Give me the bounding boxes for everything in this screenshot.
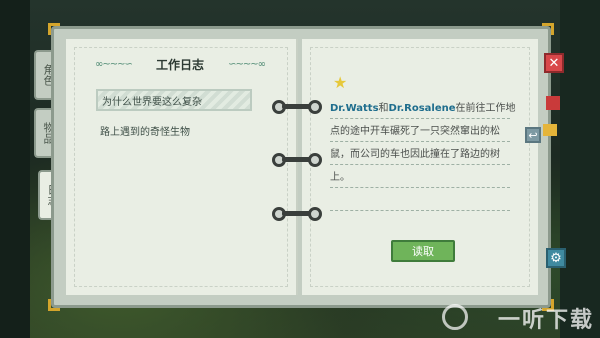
bookmark-icon bbox=[543, 124, 557, 136]
binder-ring bbox=[272, 153, 322, 167]
note-body: Dr.Watts和Dr.Rosalene在前往工作地点的途中开车碾死了一只突然窜… bbox=[330, 97, 516, 189]
note-text: 在前往工作地点的途中开车碾死了一只突然窜出的松鼠，而公司的车也因此撞在了路边的树… bbox=[330, 103, 516, 183]
settings-button[interactable]: ⚙ bbox=[546, 248, 566, 268]
star-icon: ★ bbox=[333, 73, 348, 92]
left-page bbox=[66, 39, 298, 295]
note-rule bbox=[330, 210, 510, 211]
note-conj: 和 bbox=[378, 103, 389, 114]
page-frame bbox=[74, 47, 288, 287]
tree-trunk-left bbox=[0, 0, 30, 338]
back-icon: ↩ bbox=[528, 128, 538, 142]
gear-icon: ⚙ bbox=[550, 250, 562, 266]
page-title: 工作日志 bbox=[155, 58, 204, 72]
corner-ornament bbox=[48, 23, 60, 35]
tree-trunk-right bbox=[560, 0, 600, 338]
note-name-2: Dr.Rosalene bbox=[388, 103, 456, 114]
log-entry-selected[interactable]: 为什么世界要这么复杂 bbox=[96, 89, 252, 111]
watermark: 一听下载 bbox=[497, 308, 594, 333]
corner-ornament bbox=[48, 299, 60, 311]
log-entry[interactable]: 路上遇到的奇怪生物 bbox=[96, 119, 252, 141]
ornament-left: ∞~~~∽ bbox=[95, 59, 133, 70]
read-button[interactable]: 读取 bbox=[391, 240, 455, 262]
page-header: ∞~~~∽ 工作日志 ∽~~~∞ bbox=[95, 56, 266, 73]
ornament-right: ∽~~~∞ bbox=[228, 59, 266, 70]
log-entry-label: 路上遇到的奇怪生物 bbox=[100, 126, 190, 138]
binder-ring bbox=[272, 207, 322, 221]
note-name-1: Dr.Watts bbox=[330, 103, 379, 114]
binder-ring bbox=[272, 100, 322, 114]
watermark-logo bbox=[442, 304, 468, 330]
back-button[interactable]: ↩ bbox=[525, 127, 541, 143]
close-button[interactable]: ✕ bbox=[544, 53, 564, 73]
close-icon: ✕ bbox=[548, 55, 560, 71]
corner-ornament bbox=[542, 23, 554, 35]
flag-icon bbox=[546, 96, 560, 110]
log-entry-label: 为什么世界要这么复杂 bbox=[102, 96, 202, 108]
